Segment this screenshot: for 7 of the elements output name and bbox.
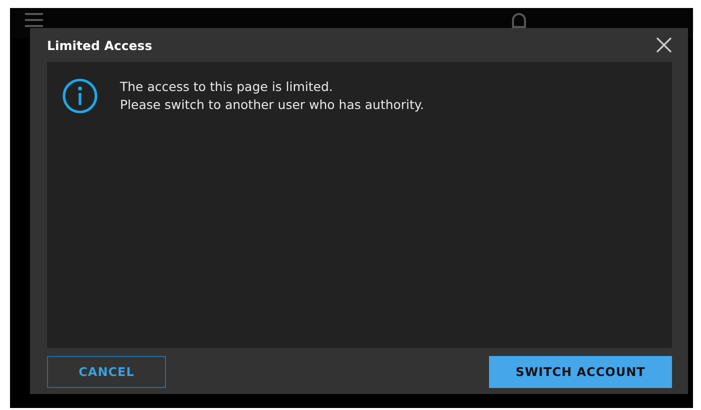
switch-account-button[interactable]: SWITCH ACCOUNT <box>489 356 672 388</box>
dialog-title: Limited Access <box>47 38 152 52</box>
info-icon <box>62 78 98 114</box>
menu-icon[interactable] <box>24 12 44 28</box>
close-icon[interactable] <box>656 37 672 53</box>
cancel-button[interactable]: CANCEL <box>47 356 166 388</box>
dialog-message: The access to this page is limited. Please switch to another user who has authority. <box>120 78 424 114</box>
